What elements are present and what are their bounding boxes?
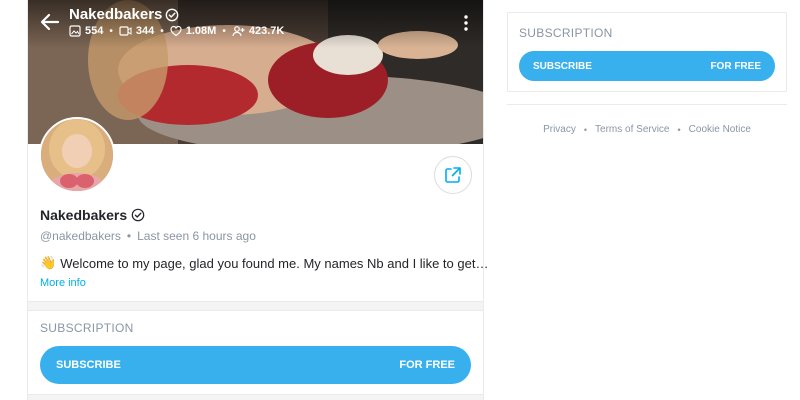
section-divider (28, 394, 483, 400)
subscribe-label: SUBSCRIBE (56, 359, 121, 371)
sidebar-divider (507, 104, 787, 105)
section-divider (28, 301, 483, 311)
bio-text: Welcome to my page, glad you found me. M… (60, 255, 489, 271)
stat-videos-count: 344 (135, 25, 155, 37)
share-button[interactable] (434, 156, 472, 194)
share-icon (445, 167, 461, 183)
stat-separator: • (222, 25, 226, 37)
meta-separator: • (126, 229, 132, 243)
profile-name: Nakedbakers (40, 207, 145, 223)
terms-of-service-link[interactable]: Terms of Service (595, 124, 669, 135)
profile-name-label: Nakedbakers (40, 207, 128, 223)
subscribe-label: SUBSCRIBE (533, 60, 592, 72)
footer-separator: • (583, 124, 588, 135)
stat-photos-count: 554 (85, 25, 104, 37)
stat-photos: 554 (69, 25, 103, 37)
more-info-link[interactable]: More info (40, 277, 86, 289)
footer-links: Privacy • Terms of Service • Cookie Noti… (507, 124, 787, 135)
subscription-card: SUBSCRIPTION SUBSCRIBE FOR FREE (507, 12, 787, 92)
video-icon (119, 26, 132, 36)
more-options-button[interactable] (461, 14, 471, 32)
profile-page: Nakedbakers 554 • 344 • 1.08M • 423.7K N… (0, 0, 800, 400)
profile-column: Nakedbakers 554 • 344 • 1.08M • 423.7K N… (27, 0, 488, 400)
header-name-label: Nakedbakers (69, 6, 163, 23)
user-plus-icon (232, 26, 245, 37)
arrow-left-icon (40, 13, 60, 31)
privacy-link[interactable]: Privacy (543, 124, 576, 135)
kebab-menu-icon (464, 15, 468, 31)
image-icon (69, 25, 81, 37)
profile-meta: @nakedbakers • Last seen 6 hours ago (40, 229, 256, 243)
profile-handle: @nakedbakers (40, 229, 121, 243)
subscribe-button[interactable]: SUBSCRIBE FOR FREE (40, 346, 471, 384)
waving-hand-icon: 👋 (40, 255, 57, 270)
stat-videos: 344 (119, 25, 154, 37)
stat-fans-count: 423.7K (248, 25, 285, 37)
profile-bio: 👋 Welcome to my page, glad you found me.… (40, 255, 488, 271)
subscription-title: SUBSCRIPTION (519, 26, 613, 40)
stat-separator: • (109, 25, 113, 37)
verified-badge-icon (131, 208, 145, 222)
header-name: Nakedbakers (69, 6, 179, 23)
heart-icon (170, 25, 182, 37)
footer-separator: • (677, 124, 681, 135)
last-seen-status: Last seen 6 hours ago (137, 229, 256, 243)
stat-fans: 423.7K (232, 25, 284, 37)
stat-likes-count: 1.08M (185, 25, 217, 37)
back-button[interactable] (38, 10, 62, 34)
cookie-notice-link[interactable]: Cookie Notice (689, 124, 751, 135)
verified-badge-icon (166, 8, 179, 21)
header-stats: 554 • 344 • 1.08M • 423.7K (69, 25, 284, 37)
avatar[interactable] (39, 117, 115, 193)
stat-likes: 1.08M (170, 25, 217, 37)
avatar-illustration (41, 119, 113, 191)
subscribe-price: FOR FREE (399, 359, 455, 371)
subscribe-price: FOR FREE (710, 60, 761, 72)
subscription-title: SUBSCRIPTION (40, 321, 134, 335)
stat-separator: • (160, 25, 164, 37)
cover-top-bar: Nakedbakers 554 • 344 • 1.08M • 423.7K (28, 0, 483, 48)
subscribe-button-sidebar[interactable]: SUBSCRIBE FOR FREE (519, 51, 775, 81)
